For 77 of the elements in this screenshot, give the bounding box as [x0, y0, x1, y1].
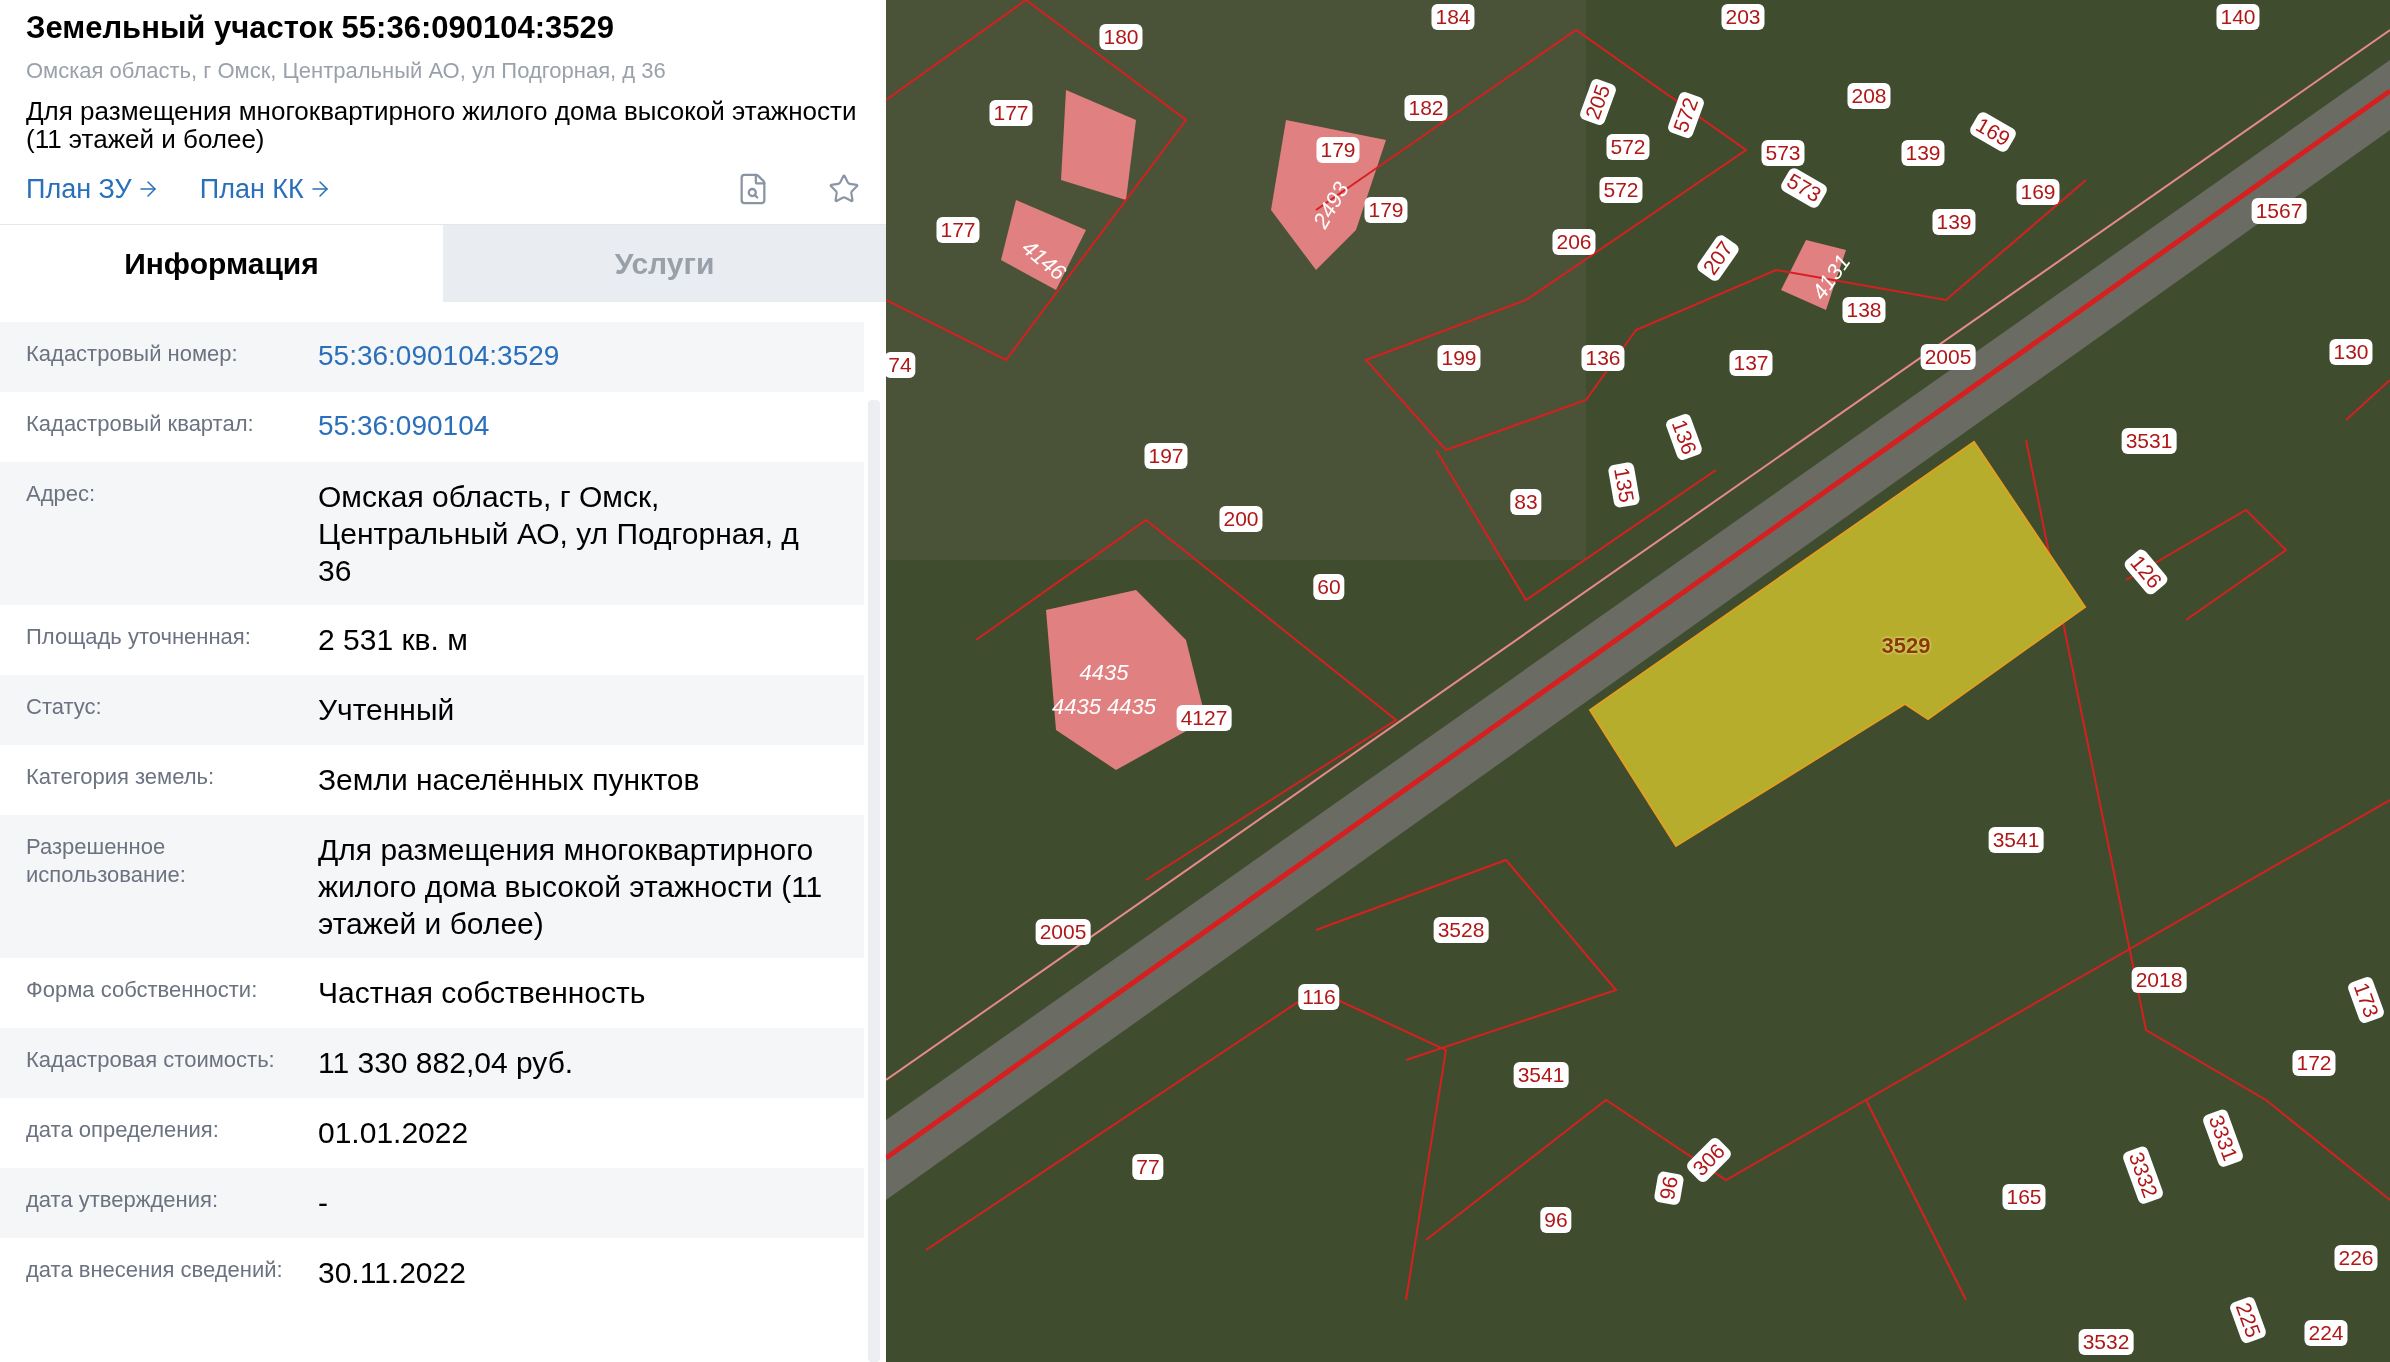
field-label: дата утверждения: — [26, 1185, 219, 1214]
field-label: Кадастровый номер: — [26, 339, 239, 368]
parcel-number: 130 — [2329, 339, 2373, 365]
field-label: дата внесения сведений: — [26, 1255, 284, 1284]
field-value: - — [318, 1184, 329, 1221]
parcel-number: 203 — [1721, 4, 1765, 30]
parcel-number: 177 — [989, 100, 1033, 126]
parcel-number: 137 — [1729, 350, 1773, 376]
field-label: Кадастровая стоимость: — [26, 1045, 276, 1074]
parcel-number: 77 — [1132, 1154, 1164, 1180]
parcel-number: 572 — [1606, 134, 1650, 160]
parcel-number: 200 — [1219, 506, 1263, 532]
parcel-number: 572 — [1599, 177, 1643, 203]
field-label: Статус: — [26, 692, 103, 721]
parcel-number: 2005 — [1035, 919, 1091, 945]
parcel-number: 139 — [1901, 140, 1945, 166]
parcel-number: 573 — [1761, 140, 1805, 166]
parcel-number: 180 — [1099, 24, 1143, 50]
field-label: Адрес: — [26, 479, 97, 508]
parcel-number: 136 — [1581, 345, 1625, 371]
field-value: Частная собственность — [318, 974, 647, 1011]
parcel-number: 179 — [1364, 197, 1408, 223]
parcel-number: 4127 — [1176, 705, 1232, 731]
parcel-number: 184 — [1431, 4, 1475, 30]
field-value: Для размещения многоквартирного жилого дома высокой этажности (11 этажей и более) — [318, 831, 824, 942]
parcel-number: 4435 — [1079, 658, 1129, 687]
field-label: Площадь уточненная: — [26, 622, 252, 651]
field-value: 01.01.2022 — [318, 1114, 470, 1151]
field-value: 2 531 кв. м — [318, 621, 469, 658]
cadastral-map-drawing[interactable] — [886, 0, 2390, 1362]
field-label: Кадастровый квартал: — [26, 409, 255, 438]
parcel-number: 179 — [1316, 137, 1360, 163]
parcel-number: 139 — [1932, 209, 1976, 235]
parcel-number: 2005 — [1920, 344, 1976, 370]
parcel-address: Омская область, г Омск, Центральный АО, ул Подгорная, д 36 — [26, 57, 667, 85]
parcel-number: 182 — [1404, 95, 1448, 121]
parcel-number: 208 — [1847, 83, 1891, 109]
field-label: Категория земель: — [26, 762, 216, 791]
field-label: Форма собственности: — [26, 975, 259, 1004]
parcel-purpose: Для размещения многоквартирного жилого дома высокой этажности (11 этажей и более) — [26, 97, 858, 153]
parcel-number: 226 — [2334, 1245, 2378, 1271]
plan-link[interactable]: План ЗУ — [26, 169, 160, 210]
parcel-number: 199 — [1437, 345, 1481, 371]
parcel-number: 116 — [1298, 984, 1340, 1010]
parcel-number: 2018 — [2131, 967, 2187, 993]
parcel-number: 138 — [1842, 297, 1886, 323]
parcel-number: 224 — [2304, 1320, 2348, 1346]
parcel-number: 4146 — [1016, 233, 1072, 288]
parcel-number: 3528 — [1433, 917, 1489, 943]
field-link[interactable]: 55:36:090104:3529 — [318, 337, 864, 376]
parcel-title: Земельный участок 55:36:090104:3529 — [26, 9, 615, 47]
field-link[interactable]: 55:36:090104 — [318, 407, 864, 446]
parcel-number: 3541 — [1988, 827, 2044, 853]
field-value: 11 330 882,04 руб. — [318, 1044, 575, 1081]
parcel-number: 83 — [1510, 489, 1542, 515]
parcel-number: 197 — [1144, 443, 1188, 469]
parcel-number: 165 — [2002, 1184, 2046, 1210]
parcel-number: 1567 — [2251, 198, 2307, 224]
parcel-number: 74 — [886, 352, 916, 378]
field-value: Земли населённых пунктов — [318, 761, 701, 798]
plan-link[interactable]: План КК — [199, 169, 332, 210]
field-label: дата определения: — [26, 1115, 220, 1144]
parcel-number: 177 — [936, 217, 980, 243]
parcel-number: 140 — [2216, 4, 2260, 30]
field-value: Учтенный — [318, 691, 456, 728]
parcel-number: 3531 — [2121, 428, 2177, 454]
parcel-number: 3532 — [2078, 1329, 2134, 1355]
parcel-number: 206 — [1552, 229, 1596, 255]
parcel-number: 3529 — [1881, 631, 1931, 660]
field-value: Омская область, г Омск, Центральный АО, ул Подгорная, д 36 — [318, 478, 800, 589]
parcel-number: 3541 — [1513, 1062, 1569, 1088]
field-label: Разрешенное использование: — [26, 832, 187, 889]
parcel-number: 60 — [1313, 574, 1345, 600]
field-value: 30.11.2022 — [318, 1254, 467, 1291]
parcel-number: 172 — [2292, 1050, 2336, 1076]
parcel-number: 169 — [2016, 179, 2060, 205]
parcel-number: 96 — [1540, 1207, 1572, 1233]
